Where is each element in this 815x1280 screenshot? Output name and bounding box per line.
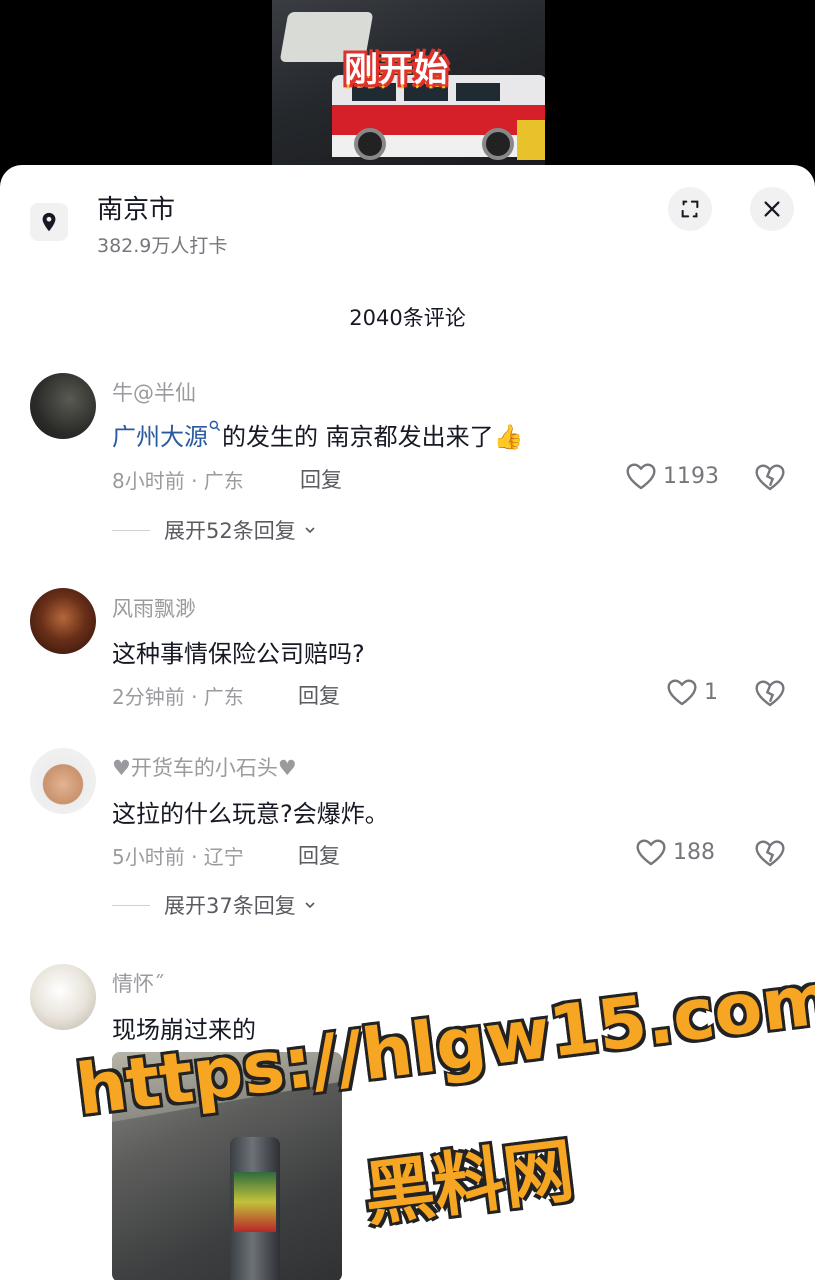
comment-meta: 8小时前 · 广东 <box>112 469 244 493</box>
like-button[interactable]: 1 <box>666 677 718 707</box>
location-pin-icon[interactable] <box>30 203 68 241</box>
expand-replies-button[interactable]: 展开37条回复 <box>112 890 318 920</box>
expand-replies-label: 展开52条回复 <box>164 519 296 543</box>
like-count: 188 <box>673 839 715 865</box>
comment-username[interactable]: 情怀˝ <box>112 968 165 998</box>
divider-line <box>112 529 150 531</box>
comment-username[interactable]: 牛@半仙 <box>112 377 196 407</box>
comment-text: 这种事情保险公司赔吗? <box>112 640 365 668</box>
heart-icon <box>667 679 697 706</box>
comment-username[interactable]: 风雨飘渺 <box>112 593 196 623</box>
reply-button[interactable]: 回复 <box>300 464 342 494</box>
comment-text: 这拉的什么玩意?会爆炸。 <box>112 800 389 828</box>
video-frame[interactable]: 刚开始 <box>272 0 545 175</box>
avatar[interactable] <box>30 373 96 439</box>
expand-icon <box>681 200 699 218</box>
video-caption: 刚开始 <box>344 50 449 90</box>
like-button[interactable]: 188 <box>635 837 715 867</box>
heart-icon <box>636 839 666 866</box>
broken-heart-icon[interactable] <box>754 837 786 869</box>
comment-meta: 5小时前 · 辽宁 <box>112 845 244 869</box>
comment-meta: 2分钟前 · 广东 <box>112 685 244 709</box>
comment-text: 广州大源 的发生的 南京都发出来了👍 <box>112 417 524 452</box>
location-name[interactable]: 南京市 <box>97 189 175 226</box>
like-count: 1 <box>704 679 718 705</box>
location-checkins: 382.9万人打卡 <box>97 235 228 257</box>
broken-heart-icon[interactable] <box>754 677 786 709</box>
expand-replies-label: 展开37条回复 <box>164 894 296 918</box>
comment-count: 2040条评论 <box>349 306 466 330</box>
expand-button[interactable] <box>668 187 712 231</box>
heart-icon <box>626 463 656 490</box>
avatar[interactable] <box>30 588 96 654</box>
avatar[interactable] <box>30 964 96 1030</box>
reply-button[interactable]: 回复 <box>298 840 340 870</box>
comment-username[interactable]: ♥开货车的小石头♥ <box>112 752 297 782</box>
close-button[interactable] <box>750 187 794 231</box>
broken-heart-icon[interactable] <box>754 461 786 493</box>
like-button[interactable]: 1193 <box>625 461 719 491</box>
expand-replies-button[interactable]: 展开52条回复 <box>112 515 318 545</box>
video-player-area[interactable]: 刚开始 <box>0 0 815 175</box>
reply-button[interactable]: 回复 <box>298 680 340 710</box>
avatar[interactable] <box>30 748 96 814</box>
chevron-down-icon <box>305 902 315 909</box>
search-icon <box>209 420 221 432</box>
chevron-down-icon <box>305 527 315 534</box>
like-count: 1193 <box>663 463 719 489</box>
thumbs-up-emoji: 👍 <box>493 423 524 451</box>
close-icon <box>764 201 780 217</box>
divider-line <box>112 904 150 906</box>
topic-link[interactable]: 广州大源 <box>112 423 208 451</box>
